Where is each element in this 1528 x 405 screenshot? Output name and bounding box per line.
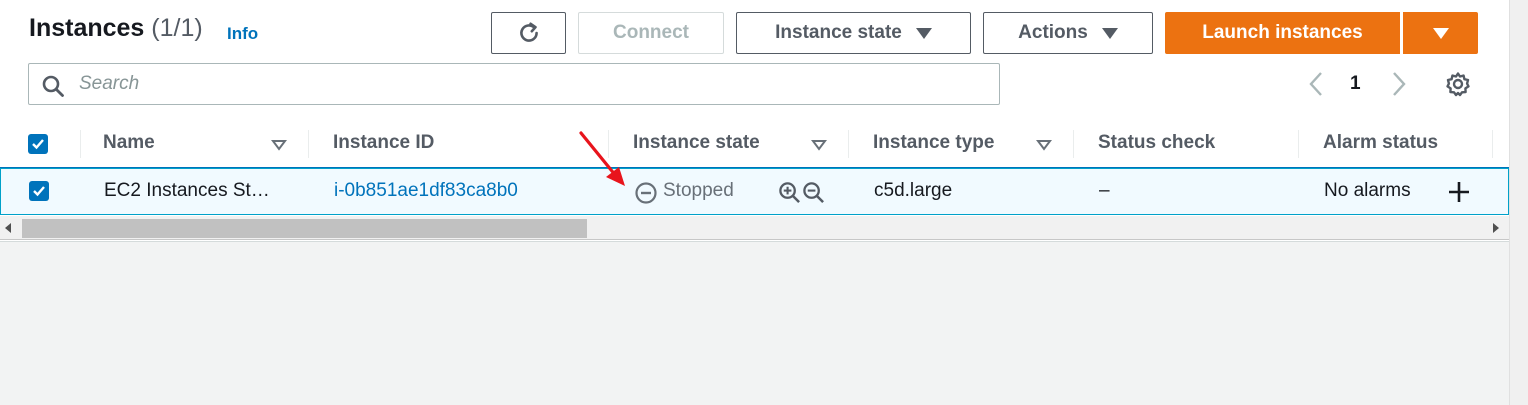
actions-dropdown-label: Actions — [1018, 22, 1088, 43]
zoom-in-icon[interactable] — [778, 181, 801, 204]
caret-down-icon — [915, 27, 932, 39]
instance-state-cell: Stopped — [663, 180, 734, 201]
annotation-arrow-icon — [579, 131, 625, 186]
checkmark-icon — [33, 186, 45, 197]
column-header-name[interactable]: Name — [103, 132, 155, 154]
column-separator — [308, 130, 309, 158]
vertical-scrollbar[interactable] — [1509, 0, 1528, 405]
details-pane — [0, 241, 1509, 405]
add-alarm-plus-icon[interactable] — [1447, 180, 1471, 204]
table-header-row: Name Instance ID Instance state Instance… — [0, 120, 1509, 168]
horizontal-scrollbar-thumb[interactable] — [22, 219, 587, 238]
page-title-text: Instances — [29, 14, 145, 42]
scroll-right-arrow-icon[interactable] — [1492, 223, 1500, 233]
current-page-number[interactable]: 1 — [1350, 73, 1361, 95]
actions-dropdown[interactable]: Actions — [983, 12, 1153, 54]
checkmark-icon — [32, 139, 44, 150]
sort-icon[interactable] — [271, 139, 287, 151]
column-header-instance-state[interactable]: Instance state — [633, 132, 760, 154]
next-page-icon[interactable] — [1387, 70, 1411, 98]
table-row[interactable]: EC2 Instances St… i-0b851ae1df83ca8b0 St… — [0, 168, 1509, 215]
column-header-status-check[interactable]: Status check — [1098, 132, 1215, 154]
sort-icon[interactable] — [811, 139, 827, 151]
search-input[interactable] — [77, 65, 977, 103]
column-separator — [80, 130, 81, 158]
refresh-icon — [519, 22, 538, 42]
launch-instances-button[interactable]: Launch instances — [1165, 12, 1400, 54]
select-all-checkbox[interactable] — [28, 134, 48, 154]
settings-gear-icon[interactable] — [1445, 71, 1471, 97]
instance-state-dropdown[interactable]: Instance state — [736, 12, 971, 54]
column-header-instance-id[interactable]: Instance ID — [333, 132, 434, 154]
alarm-status-cell: No alarms — [1324, 180, 1411, 201]
column-separator — [1298, 130, 1299, 158]
launch-instances-menu-button[interactable] — [1403, 12, 1478, 54]
refresh-button[interactable] — [491, 12, 566, 54]
instance-name-cell: EC2 Instances St… — [104, 180, 270, 201]
search-box — [28, 63, 1000, 105]
instance-state-dropdown-label: Instance state — [775, 22, 902, 43]
column-separator — [1073, 130, 1074, 158]
column-separator — [848, 130, 849, 158]
zoom-out-icon[interactable] — [802, 181, 825, 204]
info-link[interactable]: Info — [227, 24, 258, 44]
instance-count: (1/1) — [151, 14, 203, 42]
instance-id-link[interactable]: i-0b851ae1df83ca8b0 — [334, 180, 518, 202]
caret-down-icon — [1432, 27, 1449, 39]
search-icon — [42, 75, 64, 97]
caret-down-icon — [1101, 27, 1118, 39]
column-separator — [1492, 130, 1493, 158]
status-check-cell: – — [1099, 180, 1110, 201]
scroll-left-arrow-icon[interactable] — [4, 223, 12, 233]
instance-type-cell: c5d.large — [874, 180, 953, 201]
previous-page-icon[interactable] — [1304, 70, 1328, 98]
row-select-checkbox[interactable] — [29, 181, 49, 201]
column-header-instance-type[interactable]: Instance type — [873, 132, 994, 154]
connect-button[interactable]: Connect — [578, 12, 724, 54]
stopped-status-icon — [635, 182, 657, 204]
page-title: Instances (1/1) — [29, 14, 203, 43]
sort-icon[interactable] — [1036, 139, 1052, 151]
column-header-alarm-status[interactable]: Alarm status — [1323, 132, 1438, 154]
